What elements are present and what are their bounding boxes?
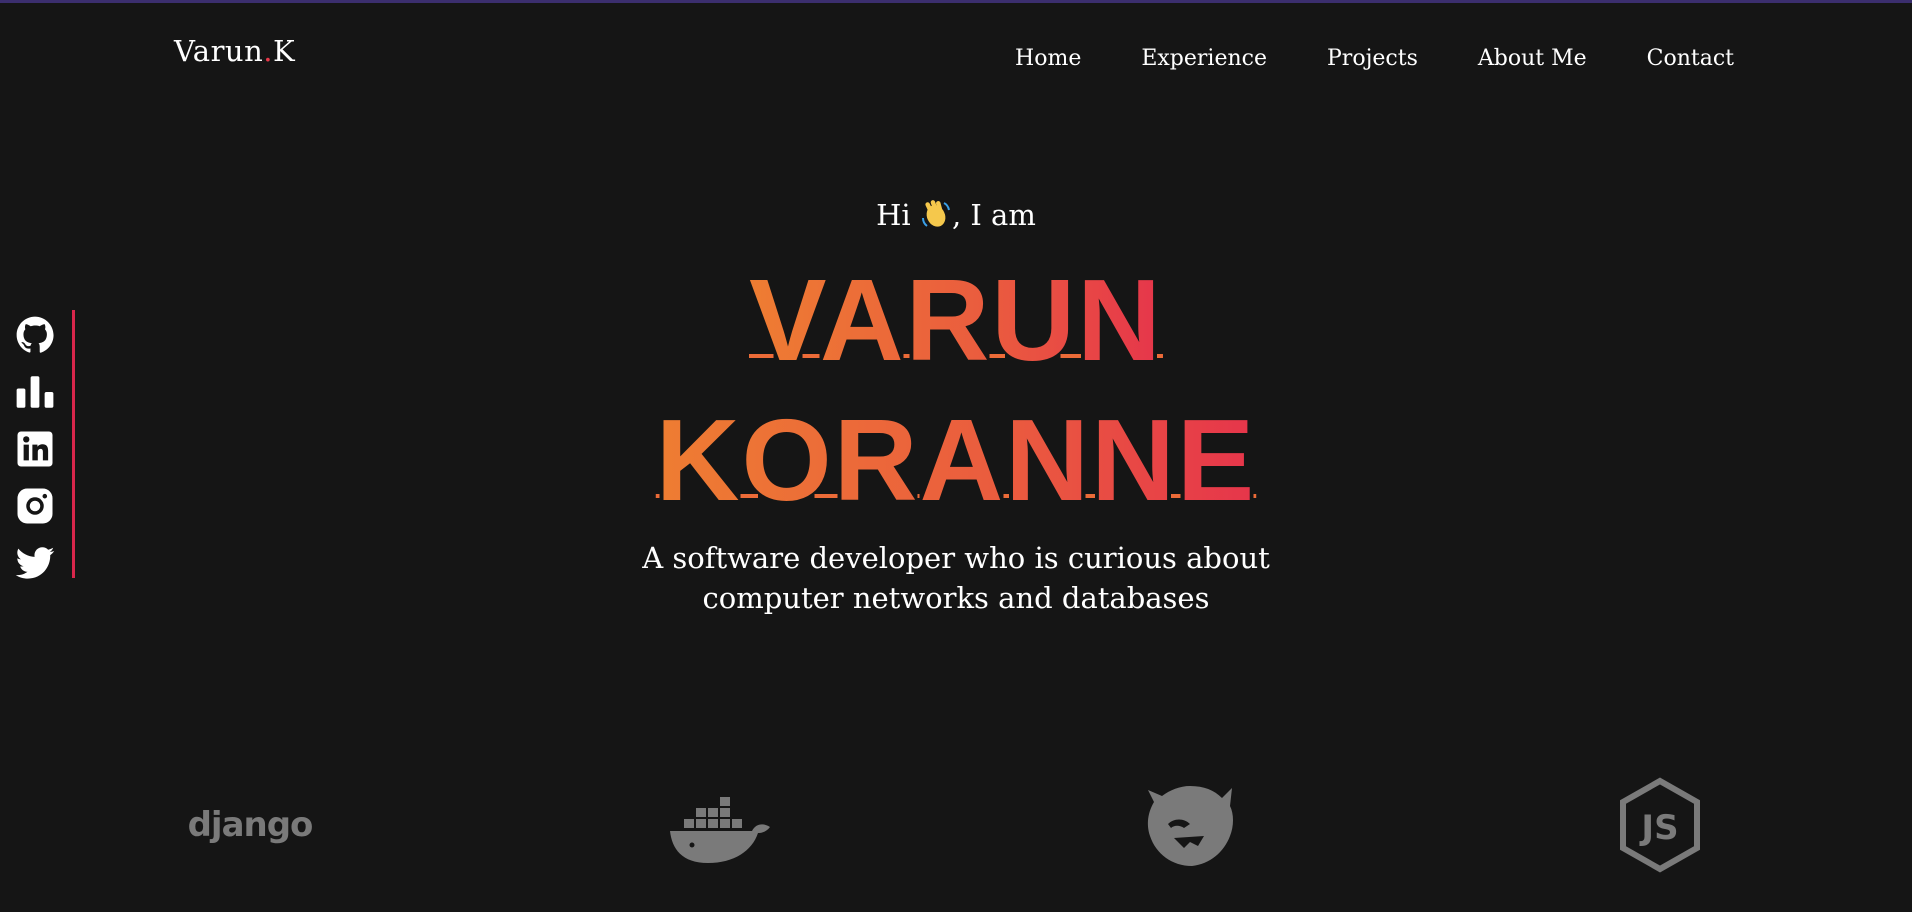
github-icon[interactable] <box>14 314 56 356</box>
tagline-line-2: computer networks and databases <box>702 581 1210 615</box>
hero-greeting: Hi , I am <box>0 198 1912 232</box>
hero-name-last: KORANNE <box>0 402 1912 518</box>
brand-last: K <box>273 34 296 68</box>
nav-about-me[interactable]: About Me <box>1478 46 1587 71</box>
tagline-line-1: A software developer who is curious abou… <box>642 541 1270 575</box>
twitter-icon[interactable] <box>14 542 56 584</box>
greeting-text-after: , I am <box>951 198 1036 232</box>
linkedin-icon[interactable] <box>14 428 56 470</box>
nestjs-logo <box>1140 770 1240 880</box>
name-last-text: KORANNE <box>655 395 1257 525</box>
brand-dot: . <box>263 34 274 68</box>
main-nav: Home Experience Projects About Me Contac… <box>1015 46 1734 71</box>
top-accent-line <box>0 0 1912 3</box>
brand-logo[interactable]: Varun.K <box>174 34 295 68</box>
docker-logo <box>665 770 775 880</box>
hero-name-first: VARUN <box>0 262 1912 378</box>
bar-chart-icon[interactable] <box>14 371 56 413</box>
django-logo-text: django <box>187 805 314 845</box>
nodejs-logo: JS <box>1615 770 1705 880</box>
name-first-text: VARUN <box>749 255 1163 385</box>
social-sidebar <box>12 310 75 579</box>
instagram-icon[interactable] <box>14 485 56 527</box>
django-logo: django <box>187 770 314 880</box>
social-rail-line <box>72 310 75 578</box>
nav-experience[interactable]: Experience <box>1141 46 1267 71</box>
nav-projects[interactable]: Projects <box>1327 46 1418 71</box>
tech-stack-logos: django JS <box>0 770 1912 890</box>
brand-first: Varun <box>174 34 264 68</box>
hero-tagline: A software developer who is curious abou… <box>0 538 1912 618</box>
waving-hand-icon <box>920 198 952 230</box>
nav-contact[interactable]: Contact <box>1647 46 1734 71</box>
greeting-text-before: Hi <box>876 198 920 232</box>
svg-text:JS: JS <box>1639 808 1678 848</box>
nav-home[interactable]: Home <box>1015 46 1081 71</box>
